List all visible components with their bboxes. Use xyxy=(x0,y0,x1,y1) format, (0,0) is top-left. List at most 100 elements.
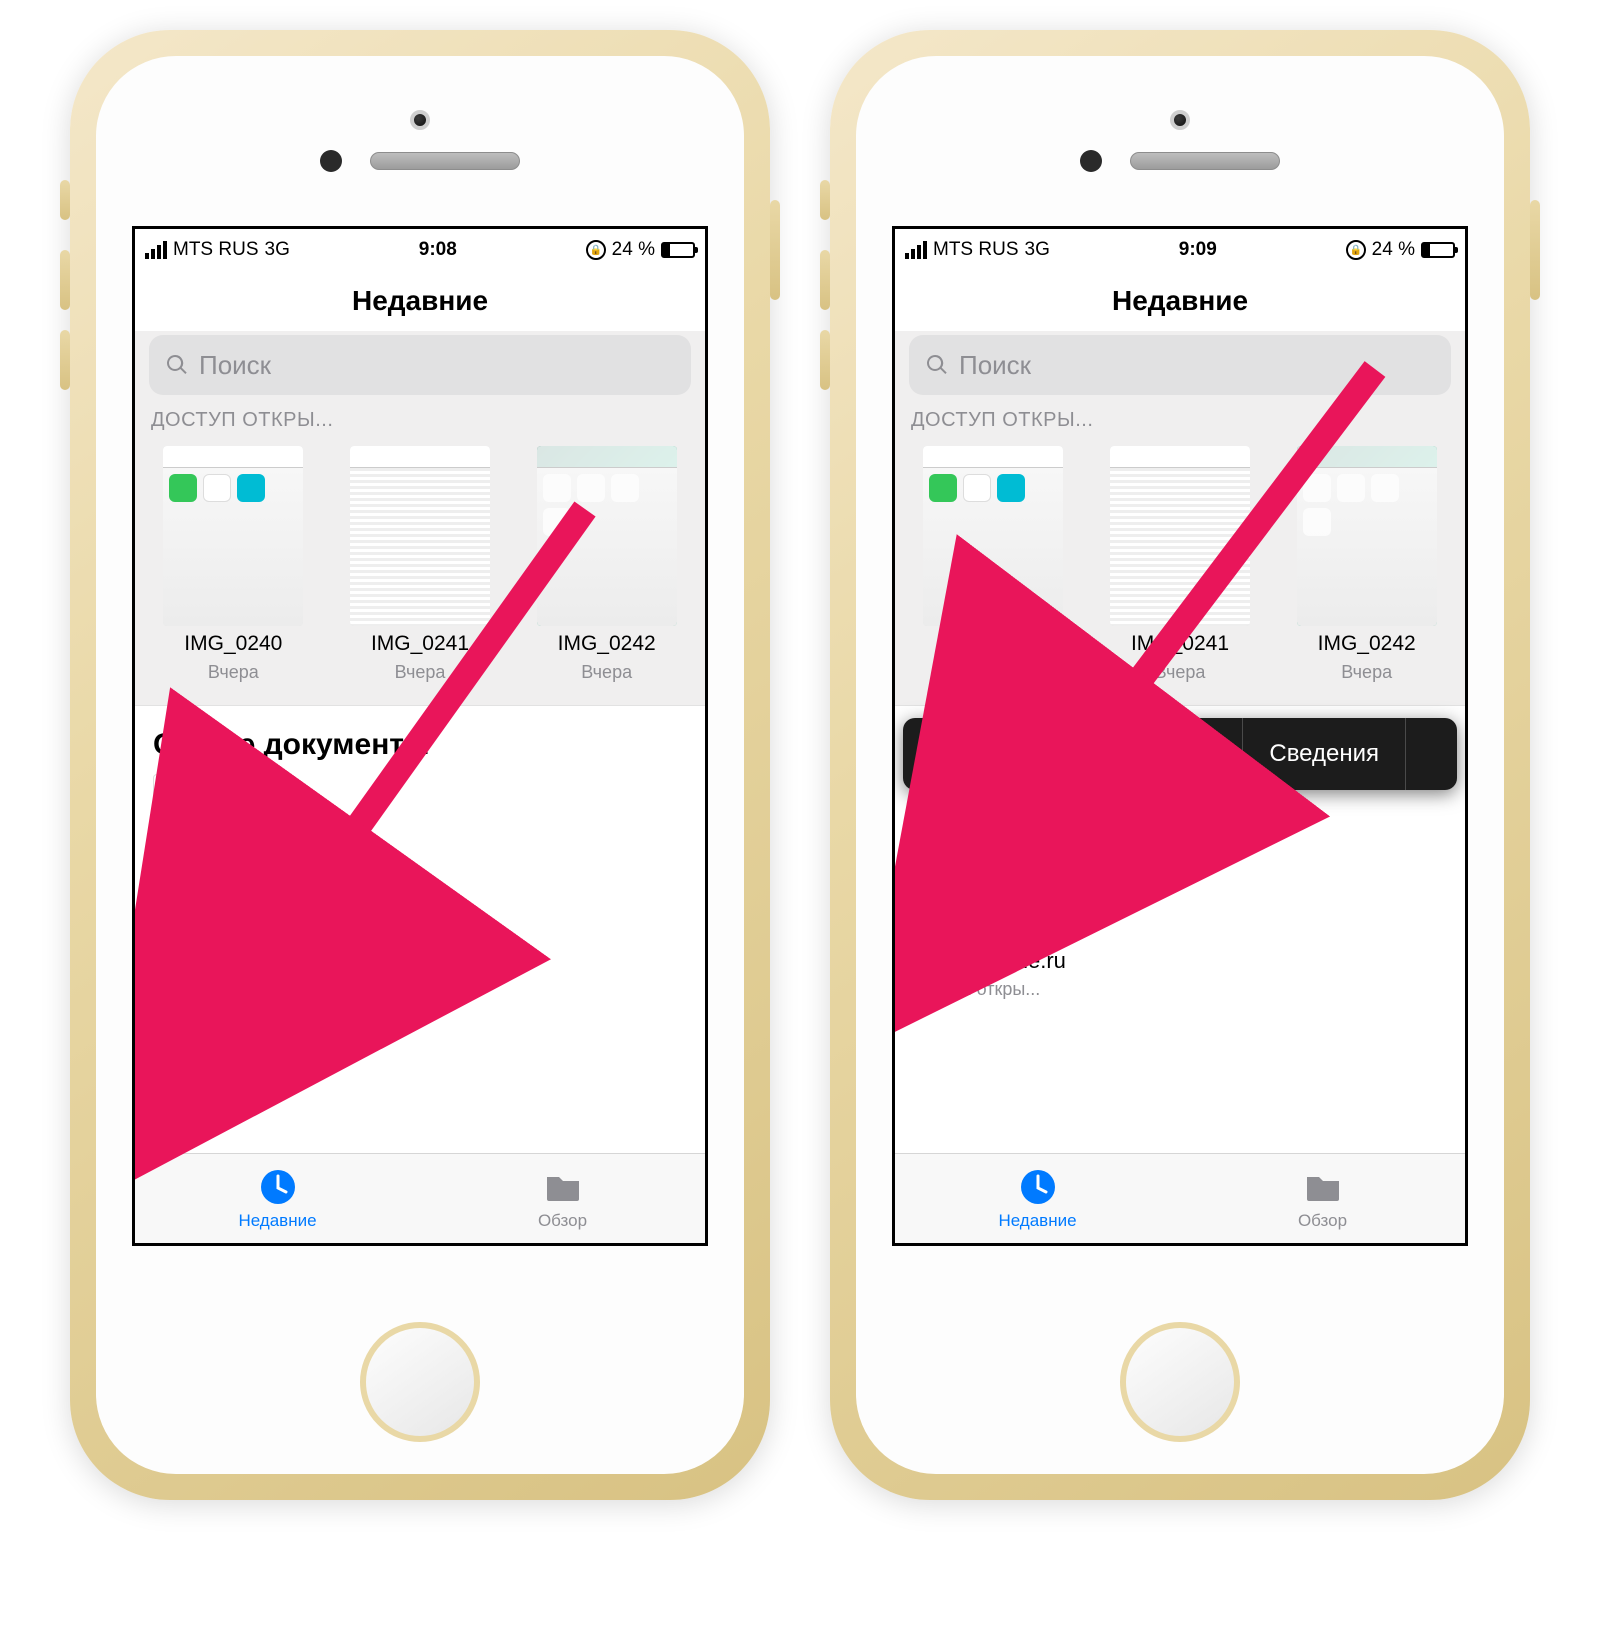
thumbnail-sub: Вчера xyxy=(1341,662,1392,683)
folder-icon xyxy=(1303,1167,1343,1207)
earpiece-speaker xyxy=(1130,152,1280,170)
context-info-button[interactable]: Сведения xyxy=(1243,718,1406,790)
context-menu: Поделиться Теги Сведения xyxy=(903,718,1457,790)
search-input[interactable]: Поиск xyxy=(909,335,1451,395)
thumbnail-name: IMG_0242 xyxy=(558,632,656,656)
home-button[interactable] xyxy=(1120,1322,1240,1442)
carrier-label: MTS RUS xyxy=(173,239,259,261)
context-prev-button[interactable] xyxy=(903,718,956,790)
thumbnail-item[interactable]: IMG_0240 Вчера xyxy=(913,446,1074,683)
earpiece-zone xyxy=(96,56,744,226)
proximity-sensor xyxy=(1080,150,1102,172)
clock-icon xyxy=(258,1167,298,1207)
mute-switch xyxy=(60,180,70,220)
clock-icon xyxy=(1018,1167,1058,1207)
thumbnail-item[interactable]: IMG_0242 Вчера xyxy=(1286,446,1447,683)
document-item[interactable]: zip apple-iphone.ru Доступ откры... xyxy=(153,774,333,982)
mute-switch xyxy=(820,180,830,220)
document-area: zip apple-iphone.ru Доступ откры... xyxy=(135,774,705,992)
group-label: Доступ откры... xyxy=(135,403,705,438)
power-button xyxy=(770,200,780,300)
front-camera xyxy=(410,110,430,130)
thumbnail-name: IMG_0240 xyxy=(944,632,1042,656)
network-label: 3G xyxy=(1025,239,1050,261)
document-area: zip apple-iphone.ru Доступ откры... xyxy=(895,788,1465,1010)
document-sub: Доступ откры... xyxy=(153,961,280,982)
device-body: MTS RUS 3G 9:08 🔒 24 % Недавние Поиск xyxy=(96,56,744,1474)
tab-label: Недавние xyxy=(238,1211,316,1231)
battery-icon xyxy=(661,242,695,258)
tab-bar: Недавние Обзор xyxy=(135,1153,705,1243)
tab-recent[interactable]: Недавние xyxy=(895,1154,1180,1243)
tab-label: Обзор xyxy=(1298,1211,1347,1231)
recent-thumbnails: IMG_0240 Вчера IMG_0241 Вчера IMG_0242 В… xyxy=(895,438,1465,706)
signal-icon xyxy=(905,241,927,259)
search-icon xyxy=(165,353,189,377)
network-label: 3G xyxy=(265,239,290,261)
search-placeholder: Поиск xyxy=(199,350,271,381)
thumbnail-item[interactable]: IMG_0240 Вчера xyxy=(153,446,314,683)
screen: MTS RUS 3G 9:09 🔒 24 % Недавние Поиск xyxy=(892,226,1468,1246)
volume-down xyxy=(820,330,830,390)
context-next-button[interactable] xyxy=(1406,718,1458,790)
clock-label: 9:08 xyxy=(419,239,457,261)
clock-label: 9:09 xyxy=(1179,239,1217,261)
thumbnail-item[interactable]: IMG_0241 Вчера xyxy=(340,446,501,683)
tab-recent[interactable]: Недавние xyxy=(135,1154,420,1243)
search-input[interactable]: Поиск xyxy=(149,335,691,395)
device-body: MTS RUS 3G 9:09 🔒 24 % Недавние Поиск xyxy=(856,56,1504,1474)
volume-up xyxy=(820,250,830,310)
home-button[interactable] xyxy=(360,1322,480,1442)
thumbnail-name: IMG_0241 xyxy=(371,632,469,656)
thumbnail-sub: Вчера xyxy=(1155,662,1206,683)
page-title: Недавние xyxy=(895,271,1465,331)
section-header: Общие документы xyxy=(135,706,705,774)
thumbnail-sub: Вчера xyxy=(581,662,632,683)
document-name: apple-iphone.ru xyxy=(153,930,306,955)
thumbnail-sub: Вчера xyxy=(395,662,446,683)
search-icon xyxy=(925,353,949,377)
volume-down xyxy=(60,330,70,390)
document-sub: Доступ откры... xyxy=(913,979,1040,1000)
tab-browse[interactable]: Обзор xyxy=(420,1154,705,1243)
rotation-lock-icon: 🔒 xyxy=(1346,240,1366,260)
thumbnail-item[interactable]: IMG_0242 Вчера xyxy=(526,446,687,683)
document-item[interactable]: zip apple-iphone.ru Доступ откры... xyxy=(913,792,1093,1000)
volume-up xyxy=(60,250,70,310)
page-title: Недавние xyxy=(135,271,705,331)
thumbnail-item[interactable]: IMG_0241 Вчера xyxy=(1100,446,1261,683)
earpiece-zone xyxy=(856,56,1504,226)
folder-icon xyxy=(543,1167,583,1207)
proximity-sensor xyxy=(320,150,342,172)
signal-icon xyxy=(145,241,167,259)
battery-percent: 24 % xyxy=(1372,239,1415,261)
thumbnail-name: IMG_0241 xyxy=(1131,632,1229,656)
thumbnail-sub: Вчера xyxy=(208,662,259,683)
status-bar: MTS RUS 3G 9:08 🔒 24 % xyxy=(135,229,705,271)
tab-label: Обзор xyxy=(538,1211,587,1231)
zip-file-icon: zip xyxy=(913,792,1043,942)
thumbnail-name: IMG_0240 xyxy=(184,632,282,656)
rotation-lock-icon: 🔒 xyxy=(586,240,606,260)
phone-right: MTS RUS 3G 9:09 🔒 24 % Недавние Поиск xyxy=(830,30,1530,1500)
tab-bar: Недавние Обзор xyxy=(895,1153,1465,1243)
thumbnail-sub: Вчера xyxy=(968,662,1019,683)
phone-left: MTS RUS 3G 9:08 🔒 24 % Недавние Поиск xyxy=(70,30,770,1500)
document-name: apple-iphone.ru xyxy=(913,948,1066,973)
battery-percent: 24 % xyxy=(612,239,655,261)
carrier-label: MTS RUS xyxy=(933,239,1019,261)
zip-file-icon: zip xyxy=(153,774,283,924)
context-tags-button[interactable]: Теги xyxy=(1142,718,1244,790)
thumbnail-name: IMG_0242 xyxy=(1318,632,1416,656)
tab-label: Недавние xyxy=(998,1211,1076,1231)
group-label: Доступ откры... xyxy=(895,403,1465,438)
screen: MTS RUS 3G 9:08 🔒 24 % Недавние Поиск xyxy=(132,226,708,1246)
front-camera xyxy=(1170,110,1190,130)
tab-browse[interactable]: Обзор xyxy=(1180,1154,1465,1243)
status-bar: MTS RUS 3G 9:09 🔒 24 % xyxy=(895,229,1465,271)
power-button xyxy=(1530,200,1540,300)
battery-icon xyxy=(1421,242,1455,258)
context-share-button[interactable]: Поделиться xyxy=(956,718,1142,790)
earpiece-speaker xyxy=(370,152,520,170)
recent-thumbnails: IMG_0240 Вчера IMG_0241 Вчера IMG_0242 В… xyxy=(135,438,705,706)
